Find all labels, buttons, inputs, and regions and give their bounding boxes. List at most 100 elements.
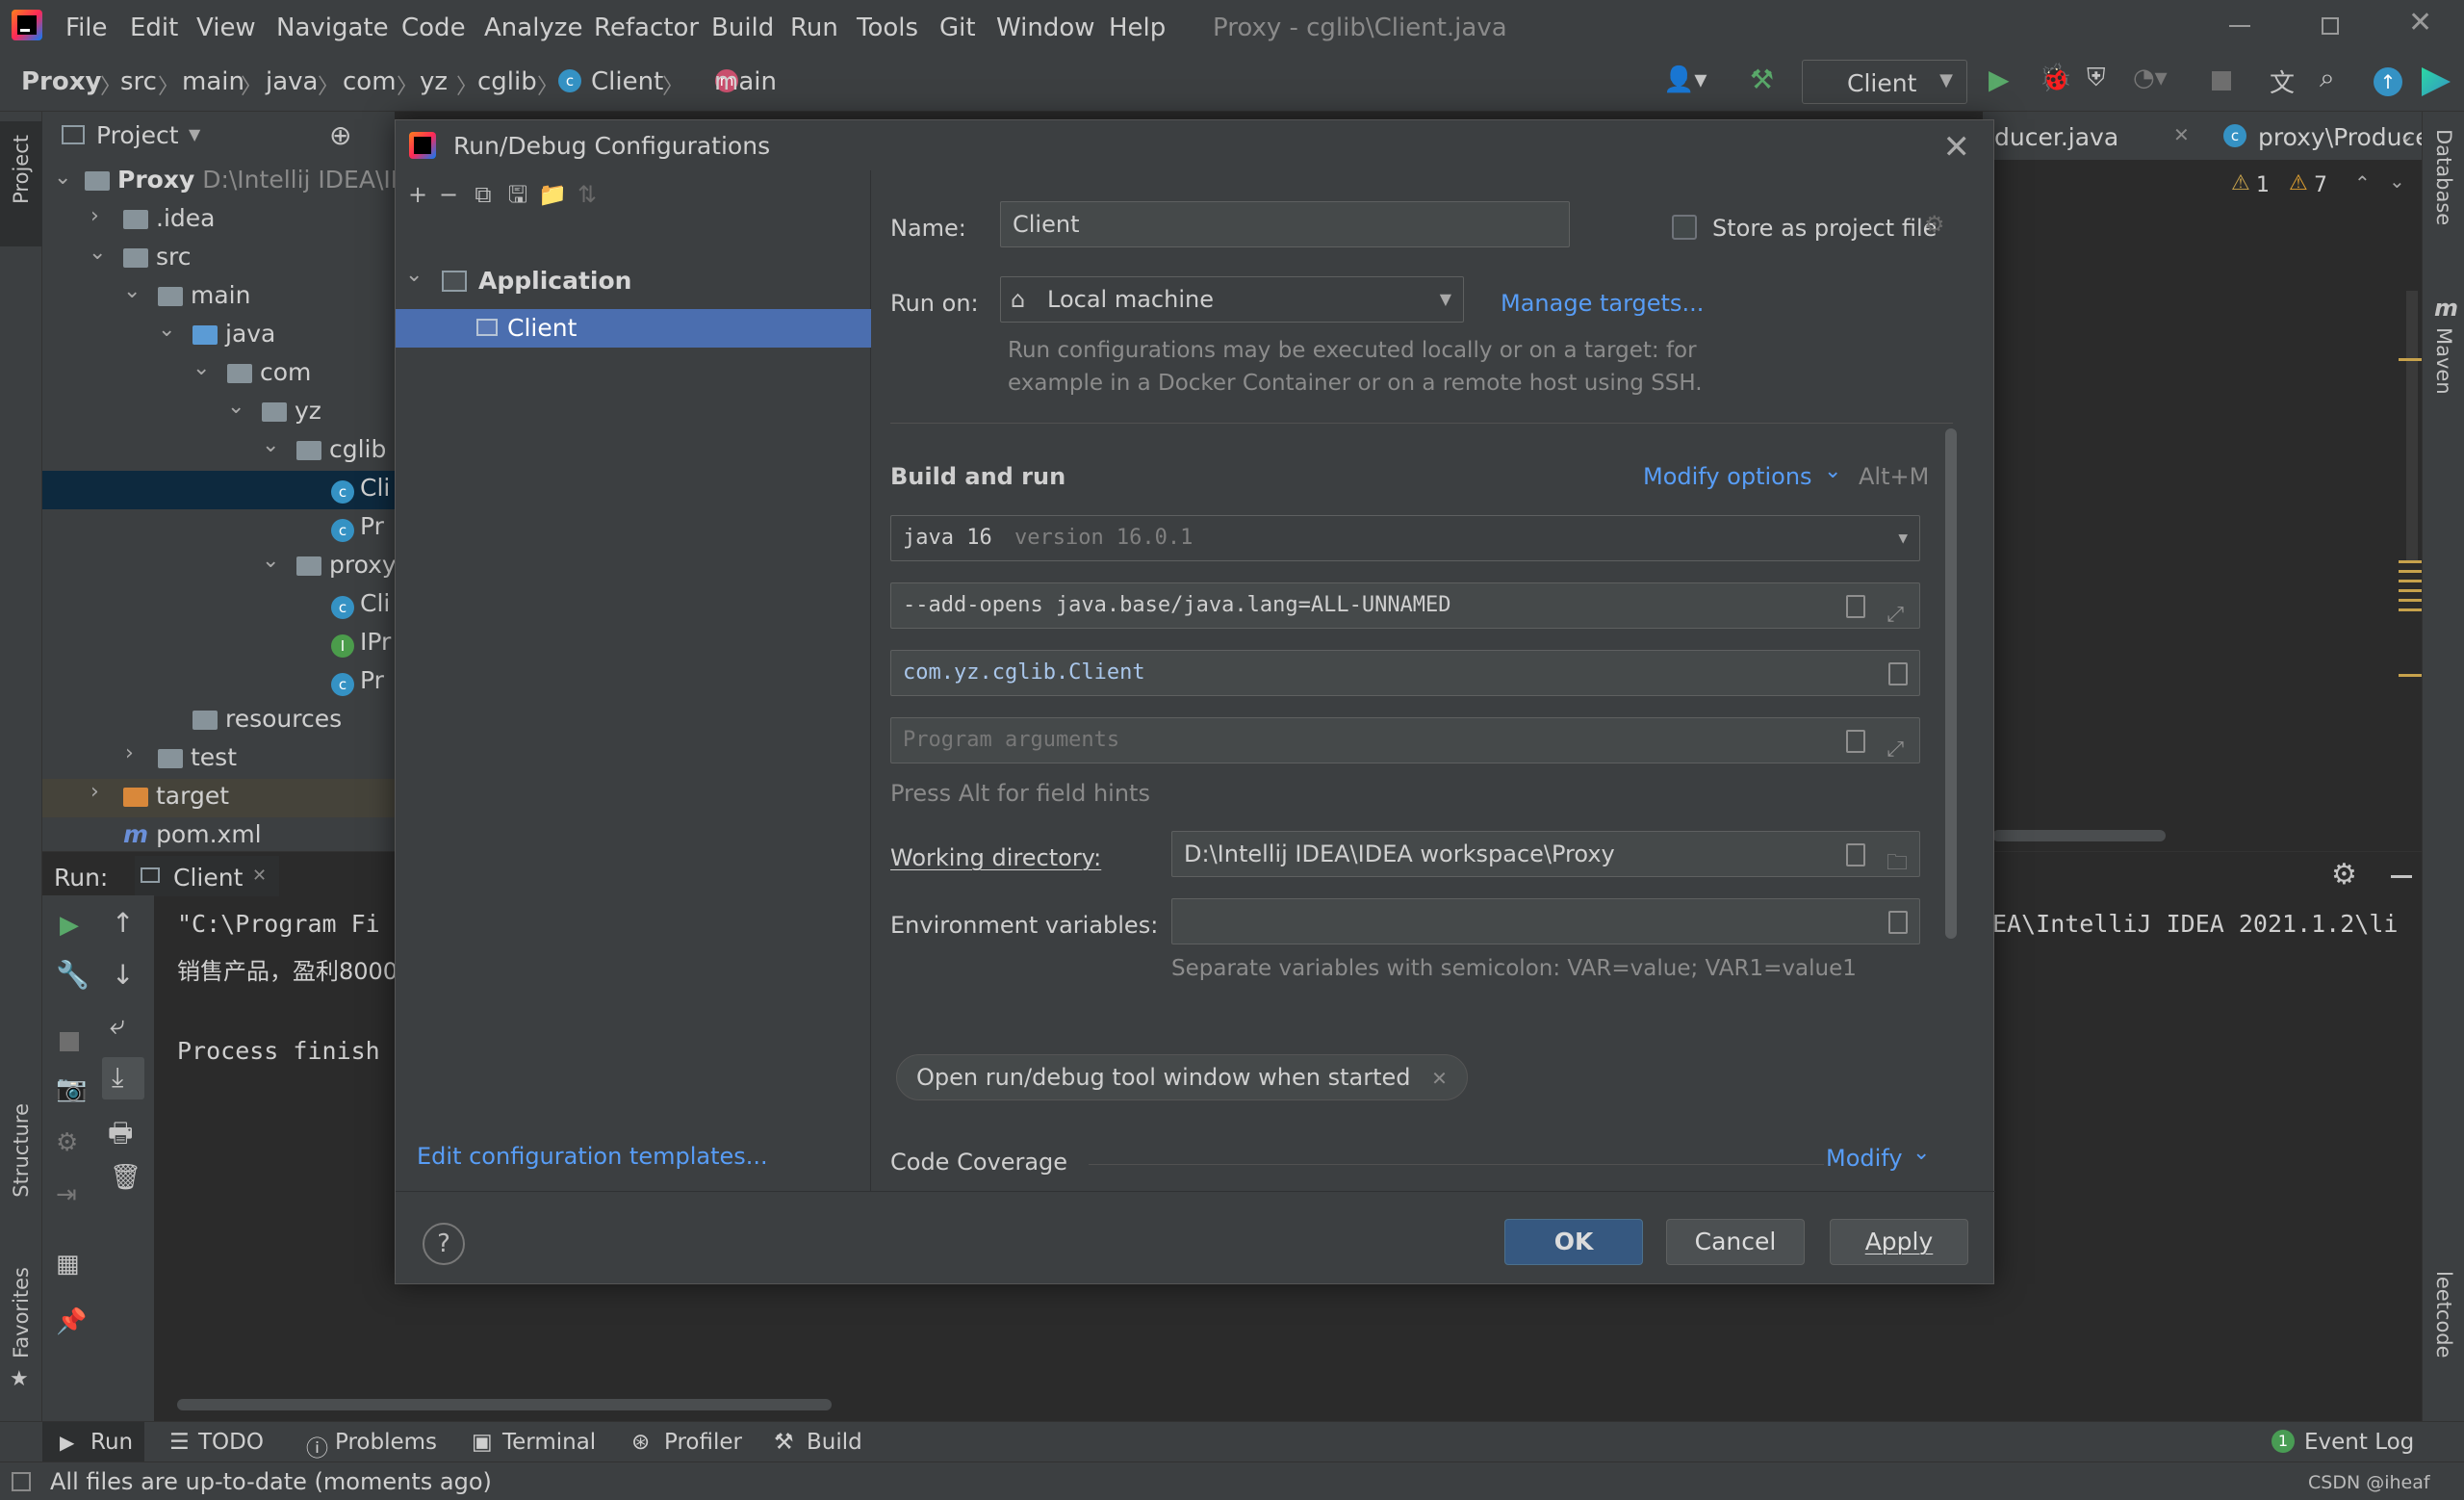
menu-analyze[interactable]: Analyze	[484, 13, 582, 42]
modify-coverage-link[interactable]: Modify	[1826, 1145, 1903, 1172]
tree-item-src[interactable]: src	[123, 243, 192, 271]
run-tab-client[interactable]: Client ✕	[135, 856, 279, 896]
project-panel-title[interactable]: Project	[96, 121, 179, 149]
up-arrow-icon[interactable]: ↑	[112, 907, 134, 939]
stop-icon[interactable]	[60, 1032, 79, 1051]
expand-arrow-icon[interactable]: ⌄	[405, 263, 423, 287]
tree-item-java[interactable]: java	[192, 320, 275, 348]
tree-group-application[interactable]: Application	[478, 267, 631, 295]
expand-arrow-icon[interactable]: ⌄	[262, 549, 279, 573]
warning-icon[interactable]: ⚠	[2289, 171, 2308, 195]
search-icon[interactable]: ⌕	[2320, 62, 2335, 94]
expand-arrow-icon[interactable]: ⌄	[123, 279, 141, 303]
bottom-tab-terminal[interactable]: Terminal	[502, 1430, 596, 1455]
browse-class-icon[interactable]	[1888, 662, 1908, 685]
close-tab-icon[interactable]: ✕	[2173, 123, 2190, 146]
breadcrumb-client[interactable]: Client	[591, 67, 663, 96]
edit-templates-link[interactable]: Edit configuration templates...	[417, 1143, 768, 1170]
bottom-tab-problems[interactable]: Problems	[335, 1430, 437, 1455]
tree-root-proxy[interactable]: Proxy D:\Intellij IDEA\ID	[85, 166, 409, 194]
project-tool-tab[interactable]: Project	[0, 121, 42, 246]
breadcrumb-project[interactable]: Proxy	[21, 67, 101, 96]
file-icon[interactable]	[1846, 595, 1865, 618]
menu-edit[interactable]: Edit	[130, 13, 178, 42]
save-config-icon[interactable]: 🖫	[503, 180, 532, 209]
hammer-build-icon[interactable]: ⚒	[1750, 64, 1774, 95]
collapse-arrow-icon[interactable]: ›	[90, 780, 99, 804]
menu-navigate[interactable]: Navigate	[276, 13, 389, 42]
open-tool-window-option-chip[interactable]: Open run/debug tool window when started …	[896, 1054, 1468, 1100]
expand-icon[interactable]: ⤢	[1886, 593, 1904, 628]
print-icon[interactable]: 🖶	[108, 1113, 133, 1159]
console-h-scrollbar[interactable]	[177, 1399, 832, 1410]
exit-icon[interactable]: ⇥	[56, 1180, 77, 1209]
wrench-icon[interactable]: 🔧	[56, 959, 90, 991]
breadcrumb-yz[interactable]: yz	[420, 67, 448, 96]
expand-arrow-icon[interactable]: ⌄	[54, 166, 71, 190]
run-config-select[interactable]: Client ▼	[1802, 60, 1967, 104]
remove-option-icon[interactable]: ✕	[1431, 1067, 1448, 1090]
breadcrumb-main[interactable]: main	[182, 67, 244, 96]
trash-icon[interactable]: 🗑	[110, 1163, 141, 1192]
minimize-icon[interactable]	[2229, 25, 2250, 27]
scroll-to-end-button[interactable]: ⤓	[102, 1057, 144, 1099]
structure-tab-label[interactable]: Structure	[10, 1103, 33, 1198]
user-icon[interactable]: 👤▾	[1663, 65, 1707, 94]
store-as-project-file-checkbox[interactable]	[1672, 215, 1697, 240]
run-on-select[interactable]: ⌂ Local machine ▼	[1000, 276, 1464, 323]
down-arrow-icon[interactable]: ↓	[112, 959, 134, 991]
close-tab-icon[interactable]: ✕	[252, 866, 267, 886]
tabs-dropdown-icon[interactable]: ⌄	[2399, 123, 2415, 146]
tree-item-proxy-client[interactable]: c Cli	[331, 589, 390, 619]
breadcrumb-method-main[interactable]: main	[714, 67, 777, 96]
tree-item-cglib-client[interactable]: c Cli	[331, 474, 390, 504]
tree-item-resources[interactable]: resources	[192, 705, 342, 733]
collapse-arrow-icon[interactable]: ›	[125, 741, 134, 765]
settings-gear-icon[interactable]: ⚙	[2331, 858, 2357, 892]
tree-item-test[interactable]: test	[158, 743, 237, 771]
chevron-down-icon[interactable]: ▼	[189, 125, 200, 143]
tree-item-client[interactable]: Client	[396, 309, 871, 348]
update-icon[interactable]: ↑	[2374, 67, 2402, 96]
expand-arrow-icon[interactable]: ⌄	[262, 433, 279, 457]
expand-icon[interactable]: ⤢	[1886, 728, 1904, 763]
menu-run[interactable]: Run	[790, 13, 838, 42]
expand-arrow-icon[interactable]: ⌄	[89, 241, 106, 265]
bottom-tab-todo[interactable]: TODO	[198, 1430, 264, 1455]
form-scrollbar-thumb[interactable]	[1945, 428, 1957, 939]
editor-h-scrollbar[interactable]	[1992, 830, 2166, 841]
manage-targets-link[interactable]: Manage targets...	[1501, 290, 1704, 317]
help-button[interactable]: ?	[423, 1223, 465, 1265]
menu-window[interactable]: Window	[996, 13, 1095, 42]
chevron-down-icon[interactable]: ⌄	[1824, 459, 1841, 483]
database-tab-label[interactable]: Database	[2432, 129, 2455, 225]
collapse-arrow-icon[interactable]: ›	[90, 204, 99, 228]
tree-item-yz[interactable]: yz	[262, 397, 321, 425]
rerun-icon[interactable]: ▶	[60, 911, 79, 940]
vm-options-field[interactable]: --add-opens java.base/java.lang=ALL-UNNA…	[890, 582, 1920, 629]
editor-tab[interactable]: c proxy\Produce	[2223, 112, 2422, 160]
close-icon[interactable]: ✕	[1943, 128, 1971, 167]
menu-refactor[interactable]: Refactor	[594, 13, 699, 42]
file-icon[interactable]	[1888, 911, 1908, 934]
camera-icon[interactable]: 📷	[56, 1074, 87, 1103]
copy-config-icon[interactable]: ⧉	[469, 180, 498, 209]
main-class-field[interactable]: com.yz.cglib.Client	[890, 650, 1920, 696]
add-config-icon[interactable]: +	[403, 180, 432, 209]
run-icon[interactable]: ▶	[1989, 64, 2010, 95]
folder-open-icon[interactable]: 🗀	[1886, 841, 1908, 876]
tree-item-idea[interactable]: .idea	[123, 204, 215, 232]
editor-tab[interactable]: ducer.java ✕	[1983, 112, 2223, 160]
menu-tools[interactable]: Tools	[857, 13, 918, 42]
remove-config-icon[interactable]: −	[434, 180, 463, 209]
menu-file[interactable]: File	[65, 13, 108, 42]
plugin-icon[interactable]	[2422, 67, 2451, 96]
bottom-tab-build[interactable]: Build	[807, 1430, 862, 1455]
coverage-icon[interactable]: ⛨	[2087, 64, 2106, 93]
file-icon[interactable]	[1846, 843, 1865, 866]
close-window-icon[interactable]: ✕	[2408, 6, 2432, 39]
name-field[interactable]: Client	[1000, 201, 1570, 247]
cancel-button[interactable]: Cancel	[1666, 1219, 1805, 1265]
gear-icon[interactable]: ⚙	[1924, 211, 1945, 238]
tree-item-pom[interactable]: m pom.xml	[123, 820, 262, 848]
